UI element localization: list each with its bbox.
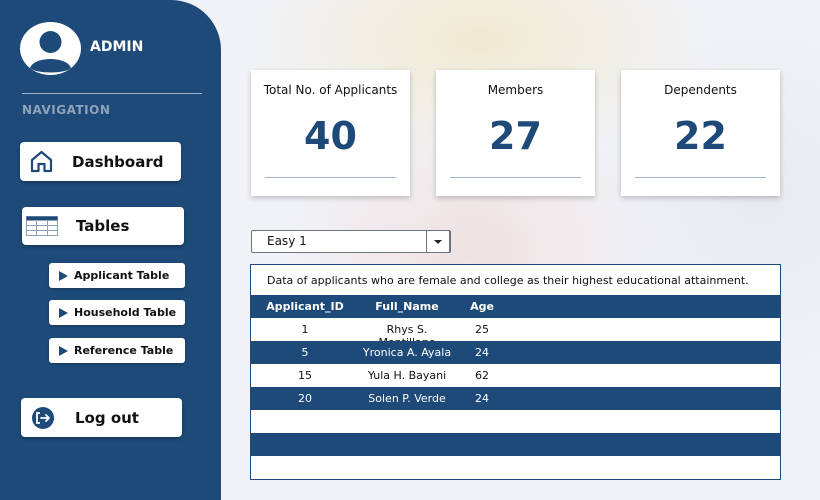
table-cell: 1 [301,323,309,336]
stat-card-title: Total No. of Applicants [263,83,398,97]
home-icon [29,149,54,174]
logout-button[interactable]: Log out [21,398,182,437]
stat-card-title: Dependents [664,83,737,97]
table-cell: 20 [298,392,312,405]
table-row[interactable]: 15 Yula H. Bayani 62 [251,364,780,387]
logout-label: Log out [75,408,139,427]
user-avatar-icon [20,22,81,75]
query-select-value: Easy 1 [267,234,307,248]
table-row-empty [251,410,780,433]
table-cell: Yronica A. Ayala [362,346,452,359]
household-table-label: Household Table [74,306,177,319]
table-row[interactable]: 5 Yronica A. Ayala 24 [251,341,780,364]
logout-icon [31,406,55,430]
stat-card-title: Members [487,83,544,97]
column-header[interactable]: Applicant_ID [259,300,351,313]
table-row[interactable]: 20 Solen P. Verde 24 [251,387,780,410]
table-row-empty [251,433,780,456]
data-table: Data of applicants who are female and co… [250,264,781,480]
column-header[interactable]: Full_Name [357,300,457,313]
query-select[interactable]: Easy 1 [251,230,451,253]
stat-card-value: 22 [674,114,727,158]
stat-card-value: 40 [304,114,357,158]
nav-heading: NAVIGATION [22,103,111,117]
stat-card-applicants: Total No. of Applicants 40 [251,70,410,196]
table-icon [26,216,58,236]
applicant-table-label: Applicant Table [74,269,170,282]
table-cell: 24 [475,346,489,359]
column-header[interactable]: Age [463,300,501,313]
table-cell: 24 [475,392,489,405]
dashboard-label: Dashboard [72,152,164,171]
dropdown-toggle-button[interactable] [426,230,450,253]
reference-table-label: Reference Table [74,344,174,357]
chevron-down-icon [434,240,442,244]
sidebar: ADMIN NAVIGATION Dashboard Tables Applic… [0,0,221,500]
table-cell: Solen P. Verde [368,392,446,405]
table-row-empty [251,456,780,479]
stat-card-divider [450,177,581,178]
reference-table-button[interactable]: Reference Table [49,338,185,363]
sidebar-divider [22,93,202,94]
table-cell: 15 [298,369,312,382]
table-cell: Yula H. Bayani [367,369,447,382]
tables-label: Tables [76,217,130,235]
dashboard-button[interactable]: Dashboard [20,142,181,181]
table-cell: 25 [475,323,489,336]
stat-card-divider [265,177,396,178]
table-row[interactable]: 1 Rhys S. Montillano 25 [251,318,780,349]
stat-card-members: Members 27 [436,70,595,196]
applicant-table-button[interactable]: Applicant Table [49,263,185,288]
stat-card-divider [635,177,766,178]
play-triangle-icon [59,307,68,318]
table-cell: 5 [301,346,309,359]
stat-card-value: 27 [489,114,542,158]
table-caption: Data of applicants who are female and co… [267,274,749,287]
stat-card-dependents: Dependents 22 [621,70,780,196]
user-name: ADMIN [90,39,144,55]
play-triangle-icon [59,270,68,281]
table-cell: 62 [475,369,489,382]
tables-button[interactable]: Tables [22,207,184,245]
table-header-row: Applicant_ID Full_Name Age [251,295,780,318]
play-triangle-icon [59,345,68,356]
household-table-button[interactable]: Household Table [49,300,185,325]
